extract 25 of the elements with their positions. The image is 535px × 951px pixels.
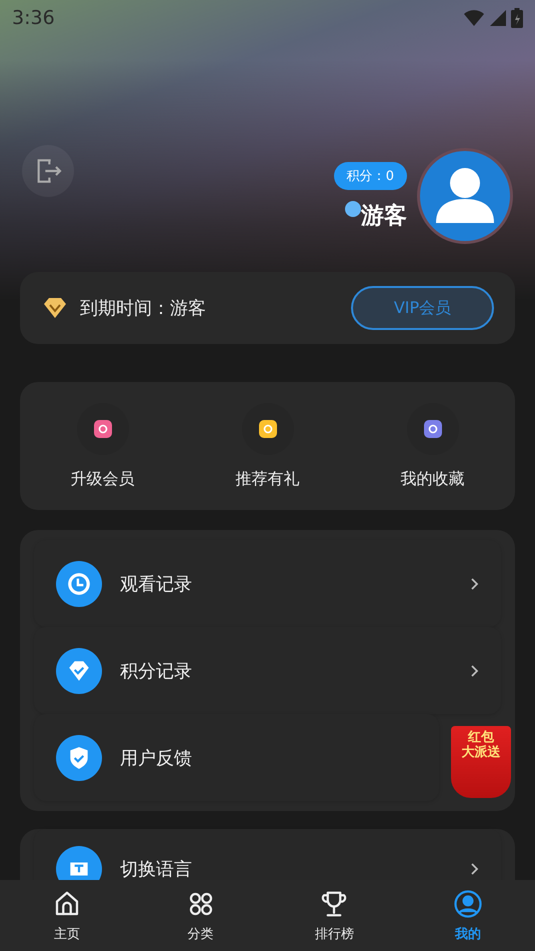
username: 游客 (361, 202, 407, 230)
user-icon (453, 888, 484, 918)
status-time: 3:36 (12, 7, 55, 29)
points-badge: 积分：0 (334, 162, 407, 190)
wifi-icon (463, 9, 485, 27)
diamond-icon (42, 296, 68, 320)
shortcut-item[interactable]: 我的收藏 (350, 402, 515, 490)
menu-item[interactable]: 切换语言 (34, 829, 501, 880)
battery-icon (511, 8, 523, 28)
expiry-text: 到期时间：游客 (80, 297, 207, 320)
tab[interactable]: 分类 (134, 880, 268, 951)
chevron-icon (469, 664, 479, 678)
signal-icon (489, 9, 507, 27)
shortcut-item[interactable]: 推荐有礼 (185, 402, 350, 490)
menu-item[interactable]: 积分记录 (34, 627, 501, 714)
shortcut-item[interactable]: 升级会员 (20, 402, 185, 490)
tab[interactable]: 排行榜 (268, 880, 402, 951)
chevron-icon (469, 576, 479, 590)
promo-sticker[interactable]: 红包 大派送 (451, 726, 511, 798)
tab[interactable]: 主页 (0, 880, 134, 951)
clock-icon (66, 570, 92, 596)
menu-item[interactable]: 观看记录 (34, 540, 501, 627)
chevron-icon (469, 862, 479, 876)
menu-item[interactable]: 用户反馈 (34, 714, 439, 801)
tab[interactable]: 我的 (401, 880, 535, 951)
